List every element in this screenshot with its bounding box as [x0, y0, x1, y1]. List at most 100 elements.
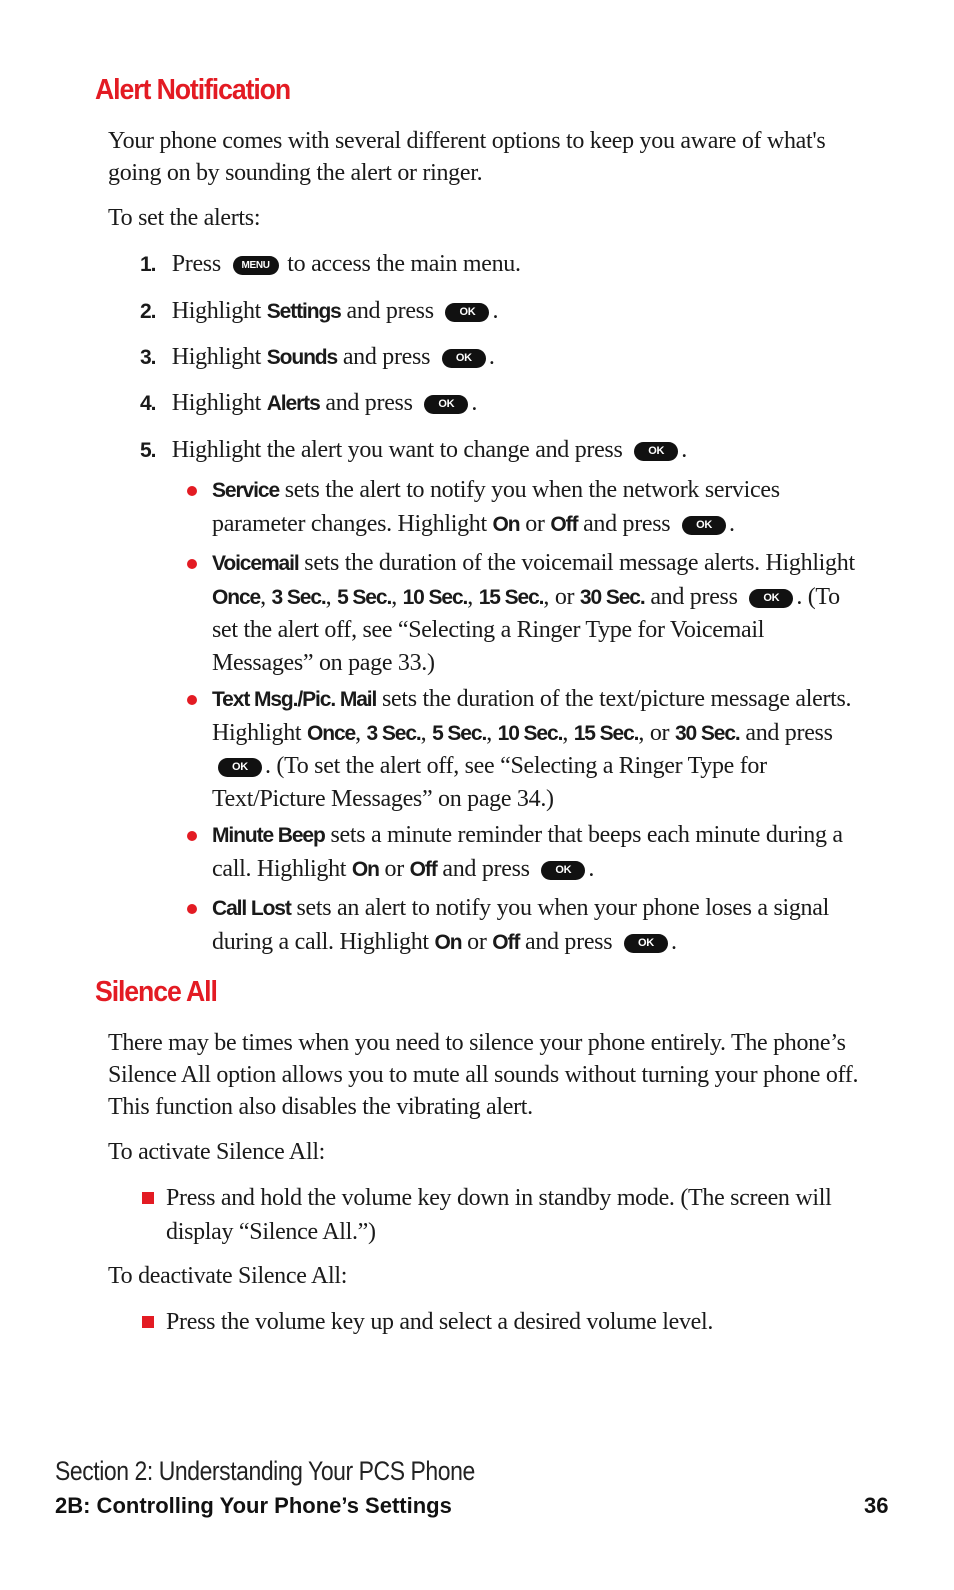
step-text: and press	[325, 390, 413, 416]
connector-text: .	[729, 510, 735, 537]
bullet-dot-icon	[187, 559, 197, 569]
step-text: .	[488, 344, 495, 370]
ok-key-icon: OK	[541, 860, 586, 880]
option-30-sec: 30 Sec.	[579, 585, 646, 609]
alert-option-voicemail: Voicemail sets the duration of the voice…	[187, 547, 859, 679]
option-on: On	[351, 857, 380, 881]
step-4: 4. Highlight Alerts and press OK.	[140, 387, 477, 420]
option-off: Off	[492, 930, 520, 954]
ok-key-icon: OK	[441, 349, 486, 368]
alert-option-minute-beep: Minute Beep sets a minute reminder that …	[187, 819, 859, 886]
deactivate-lead-text: To deactivate Silence All:	[108, 1263, 348, 1289]
alert-name: Voicemail	[212, 552, 300, 575]
alert-option-call-lost: Call Lost sets an alert to notify you wh…	[187, 892, 859, 959]
step-text: Highlight	[171, 298, 262, 324]
bullet-text: Text Msg./Pic. Mail sets the duration of…	[212, 686, 852, 812]
cross-reference-note: . (To set the alert off, see “Selecting …	[212, 753, 767, 812]
connector-text: and press	[745, 719, 833, 746]
option-3-sec: 3 Sec.	[366, 721, 422, 745]
step-text: Press	[171, 251, 221, 277]
connector-text: and	[650, 583, 685, 610]
step-5: 5. Highlight the alert you want to chang…	[140, 434, 687, 467]
bullet-text: Press and hold the volume key down in st…	[166, 1185, 832, 1245]
connector-text: or	[384, 855, 405, 882]
option-3-sec: 3 Sec.	[271, 585, 327, 609]
option-5-sec: 5 Sec.	[432, 721, 487, 745]
option-off: Off	[550, 512, 578, 536]
footer-chapter-title: 2B: Controlling Your Phone’s Settings	[55, 1493, 452, 1518]
option-10-sec: 10 Sec.	[497, 721, 564, 745]
option-on: On	[434, 930, 462, 954]
connector-text: or	[525, 510, 545, 537]
connector-text: press	[689, 583, 738, 610]
alert-name: Text Msg./Pic. Mail	[212, 688, 377, 711]
activate-lead-text: To activate Silence All:	[108, 1139, 326, 1165]
step-3: 3. Highlight Sounds and press OK.	[140, 341, 495, 374]
connector-text: or	[467, 928, 487, 955]
menu-item-alerts: Alerts	[266, 392, 321, 415]
step-text: .	[492, 298, 499, 324]
menu-item-sounds: Sounds	[266, 346, 339, 369]
option-off: Off	[409, 857, 438, 881]
ok-key-icon: OK	[218, 758, 262, 777]
ok-key-icon: OK	[682, 515, 727, 535]
alert-option-service: Service sets the alert to notify you whe…	[187, 474, 859, 541]
menu-key-icon: MENU	[232, 256, 279, 275]
step-text: .	[681, 437, 687, 463]
bullet-text: Minute Beep sets a minute reminder that …	[212, 819, 859, 886]
activate-instruction: Press and hold the volume key down in st…	[142, 1181, 842, 1249]
option-5-sec: 5 Sec.	[337, 585, 392, 609]
menu-item-settings: Settings	[266, 300, 342, 323]
step-text: and press	[346, 298, 434, 324]
bullet-text: Service sets the alert to notify you whe…	[212, 474, 859, 541]
connector-text: or	[554, 583, 575, 610]
step-text: and press	[342, 344, 431, 370]
step-1: 1. Press MENU to access the main menu.	[140, 248, 521, 281]
alert-desc: sets the duration of the voicemail messa…	[304, 550, 855, 576]
connector-text: and press	[442, 855, 530, 882]
option-15-sec: 15 Sec.	[573, 721, 640, 745]
connector-text: or	[649, 719, 670, 746]
bullet-dot-icon	[187, 486, 197, 496]
step-text: .	[471, 390, 478, 416]
step-number: 4.	[140, 392, 157, 415]
option-15-sec: 15 Sec.	[478, 585, 545, 609]
step-number: 5.	[140, 439, 157, 462]
ok-key-icon: OK	[424, 395, 469, 414]
silence-all-heading: Silence All	[95, 976, 218, 1008]
bullet-dot-icon	[187, 695, 197, 705]
step-text: to access the main menu.	[287, 251, 521, 277]
bullet-dot-icon	[187, 831, 197, 841]
bullet-dot-icon	[187, 904, 197, 914]
alert-lead-text: To set the alerts:	[108, 205, 261, 231]
option-once: Once	[307, 721, 356, 745]
connector-text: and press	[583, 510, 671, 537]
square-bullet-icon	[142, 1192, 154, 1204]
alert-name: Call Lost	[212, 897, 292, 920]
option-once: Once	[212, 585, 261, 609]
step-text: Highlight	[171, 390, 262, 416]
bullet-text: Press the volume key up and select a des…	[166, 1309, 714, 1335]
footer-section-title: Section 2: Understanding Your PCS Phone	[55, 1456, 475, 1486]
alert-desc: sets an alert to notify you when your ph…	[212, 895, 829, 955]
deactivate-instruction: Press the volume key up and select a des…	[142, 1305, 842, 1339]
alert-name: Minute Beep	[212, 824, 326, 847]
ok-key-icon: OK	[634, 442, 679, 461]
silence-intro-paragraph: There may be times when you need to sile…	[108, 1030, 859, 1120]
bullet-text: Call Lost sets an alert to notify you wh…	[212, 892, 859, 959]
bullet-text: Voicemail sets the duration of the voice…	[212, 550, 855, 676]
alert-intro-paragraph: Your phone comes with several different …	[108, 128, 826, 186]
option-30-sec: 30 Sec.	[674, 721, 741, 745]
step-text: Highlight	[171, 344, 262, 370]
ok-key-icon: OK	[749, 588, 794, 608]
step-number: 2.	[140, 300, 157, 323]
ok-key-icon: OK	[623, 933, 668, 953]
alert-option-text-pic-mail: Text Msg./Pic. Mail sets the duration of…	[187, 683, 859, 815]
step-text: Highlight the alert you want to change a…	[171, 437, 623, 463]
alert-notification-heading: Alert Notification	[95, 74, 291, 106]
option-on: On	[492, 512, 521, 536]
connector-text: and press	[524, 928, 613, 955]
page-number: 36	[864, 1493, 889, 1518]
option-10-sec: 10 Sec.	[402, 585, 469, 609]
ok-key-icon: OK	[445, 303, 490, 322]
